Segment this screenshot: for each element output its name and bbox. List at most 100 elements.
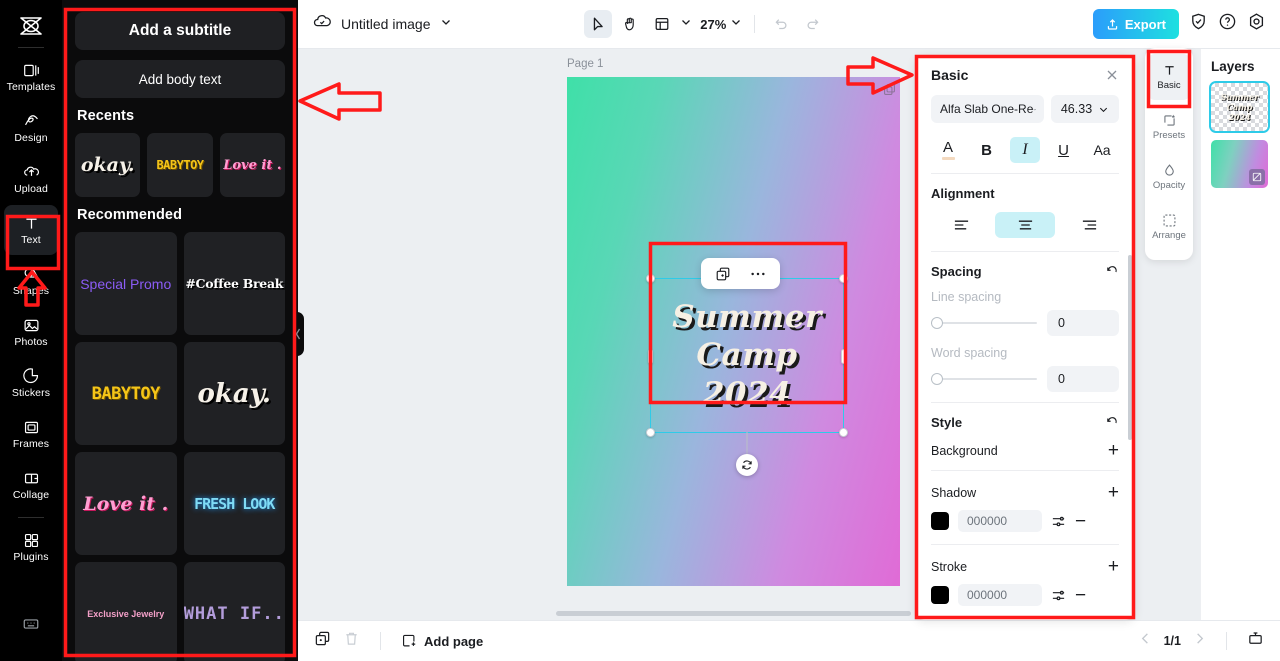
list-item[interactable]: WHAT IF.. xyxy=(183,562,285,661)
resize-handle-bottom-left[interactable] xyxy=(646,428,655,437)
remove-stroke-button[interactable]: − xyxy=(1075,586,1086,605)
sidebar-item-templates[interactable]: Templates xyxy=(4,52,58,102)
list-item[interactable]: okay. xyxy=(75,133,141,197)
sidebar-item-collage[interactable]: Collage xyxy=(4,460,58,510)
next-page-button[interactable] xyxy=(1193,632,1206,650)
stroke-color-swatch[interactable] xyxy=(931,586,949,604)
add-body-text-button[interactable]: Add body text xyxy=(75,60,285,98)
shadow-color-input[interactable]: 000000 xyxy=(958,510,1042,532)
rotate-handle[interactable] xyxy=(736,454,758,476)
stroke-sliders-icon[interactable] xyxy=(1051,588,1066,603)
slider-knob[interactable] xyxy=(931,317,943,329)
list-item[interactable]: Love it . xyxy=(219,133,285,197)
keyboard-icon[interactable] xyxy=(4,599,58,649)
align-left-button[interactable] xyxy=(931,212,991,238)
format-glyph: B xyxy=(981,141,992,159)
horizontal-scrollbar[interactable] xyxy=(556,611,911,616)
resize-handle-right[interactable] xyxy=(841,348,846,364)
text-color-button[interactable]: A xyxy=(933,137,963,163)
page-duplicate-icon[interactable] xyxy=(883,83,896,101)
title-chevron-down-icon[interactable] xyxy=(440,15,452,33)
text-case-button[interactable]: Aa xyxy=(1087,137,1117,163)
remove-shadow-button[interactable]: − xyxy=(1075,512,1086,531)
list-item[interactable]: #Coffee Break xyxy=(183,232,285,335)
hand-tool-button[interactable] xyxy=(616,10,644,38)
word-spacing-input[interactable]: 0 xyxy=(1047,366,1119,392)
layer-item-background[interactable] xyxy=(1211,140,1268,188)
select-tool-button[interactable] xyxy=(584,10,613,38)
shield-icon[interactable] xyxy=(1189,12,1208,36)
tab-opacity[interactable]: Opacity xyxy=(1147,154,1191,200)
bold-button[interactable]: B xyxy=(972,137,1002,163)
sidebar-item-upload[interactable]: Upload xyxy=(4,154,58,204)
duplicate-button[interactable] xyxy=(709,261,737,286)
add-page-button[interactable]: Add page xyxy=(401,633,483,649)
sidebar-item-plugins[interactable]: Plugins xyxy=(4,522,58,572)
tab-presets[interactable]: Presets xyxy=(1147,104,1191,150)
italic-button[interactable]: I xyxy=(1010,137,1040,163)
text-panel-scroll[interactable]: Add a subtitle Add body text Recents oka… xyxy=(62,0,298,661)
selected-text-element[interactable]: Summer Camp 2024 xyxy=(646,274,848,476)
gear-icon[interactable] xyxy=(1247,12,1266,36)
sidebar-item-shapes[interactable]: Shapes xyxy=(4,256,58,306)
font-size-select[interactable]: 46.33 xyxy=(1051,95,1119,123)
sidebar-item-frames[interactable]: Frames xyxy=(4,409,58,459)
sidebar-item-text[interactable]: Text xyxy=(4,205,58,255)
slider-knob[interactable] xyxy=(931,373,943,385)
resize-handle-left[interactable] xyxy=(648,348,653,364)
underline-button[interactable]: U xyxy=(1049,137,1079,163)
sidebar-item-photos[interactable]: Photos xyxy=(4,307,58,357)
format-glyph: A xyxy=(942,139,953,157)
document-title[interactable]: Untitled image xyxy=(341,16,431,32)
list-item[interactable]: Love it . xyxy=(75,452,177,555)
undo-button[interactable] xyxy=(767,10,795,38)
list-item[interactable]: BABYTOY xyxy=(75,342,177,445)
help-icon[interactable] xyxy=(1218,12,1237,36)
properties-scrollbar[interactable] xyxy=(1128,255,1132,440)
sidebar-item-design[interactable]: Design xyxy=(4,103,58,153)
add-background-button[interactable]: + xyxy=(1108,441,1119,460)
font-family-select[interactable]: Alfa Slab One-Re xyxy=(931,95,1044,123)
delete-page-icon[interactable] xyxy=(343,630,360,652)
align-center-button[interactable] xyxy=(995,212,1055,238)
layout-chevron-down-icon[interactable] xyxy=(680,15,692,33)
canvas-page[interactable]: Summer Camp 2024 xyxy=(567,77,900,586)
add-shadow-button[interactable]: + xyxy=(1108,483,1119,502)
spacing-reset-icon[interactable] xyxy=(1105,265,1119,279)
present-icon[interactable] xyxy=(1247,630,1264,652)
align-right-button[interactable] xyxy=(1059,212,1119,238)
zoom-chevron-down-icon[interactable] xyxy=(730,15,742,33)
add-subtitle-button[interactable]: Add a subtitle xyxy=(75,12,285,50)
panel-collapse-handle[interactable] xyxy=(291,312,304,356)
layer-item-text[interactable]: Summer Camp 2024 xyxy=(1209,81,1270,133)
add-stroke-button[interactable]: + xyxy=(1108,557,1119,576)
redo-button[interactable] xyxy=(799,10,827,38)
resize-handle-top-right[interactable] xyxy=(839,274,848,283)
cloud-sync-icon[interactable] xyxy=(312,12,332,37)
close-icon[interactable] xyxy=(1105,68,1119,82)
capcut-logo-icon[interactable] xyxy=(18,11,44,41)
shadow-sliders-icon[interactable] xyxy=(1051,514,1066,529)
list-item[interactable]: FRESH LOOK xyxy=(183,452,285,555)
export-button[interactable]: Export xyxy=(1092,9,1179,39)
list-item[interactable]: Special Promo xyxy=(75,232,177,335)
sidebar-item-stickers[interactable]: Stickers xyxy=(4,358,58,408)
list-item[interactable]: okay. xyxy=(183,342,285,445)
shadow-color-swatch[interactable] xyxy=(931,512,949,530)
list-item[interactable]: BABYTOY xyxy=(147,133,213,197)
tab-arrange[interactable]: Arrange xyxy=(1147,204,1191,250)
tab-basic[interactable]: Basic xyxy=(1147,54,1191,100)
line-spacing-slider[interactable] xyxy=(931,317,1037,329)
prev-page-button[interactable] xyxy=(1139,632,1152,650)
zoom-level[interactable]: 27% xyxy=(700,17,726,32)
layout-tool-button[interactable] xyxy=(648,10,676,38)
resize-handle-bottom-right[interactable] xyxy=(839,428,848,437)
more-options-button[interactable] xyxy=(744,261,772,286)
resize-handle-top-left[interactable] xyxy=(646,274,655,283)
duplicate-page-icon[interactable] xyxy=(314,630,331,652)
word-spacing-slider[interactable] xyxy=(931,373,1037,385)
line-spacing-input[interactable]: 0 xyxy=(1047,310,1119,336)
list-item[interactable]: Exclusive Jewelry xyxy=(75,562,177,661)
style-reset-icon[interactable] xyxy=(1105,416,1119,430)
stroke-color-input[interactable]: 000000 xyxy=(958,584,1042,606)
